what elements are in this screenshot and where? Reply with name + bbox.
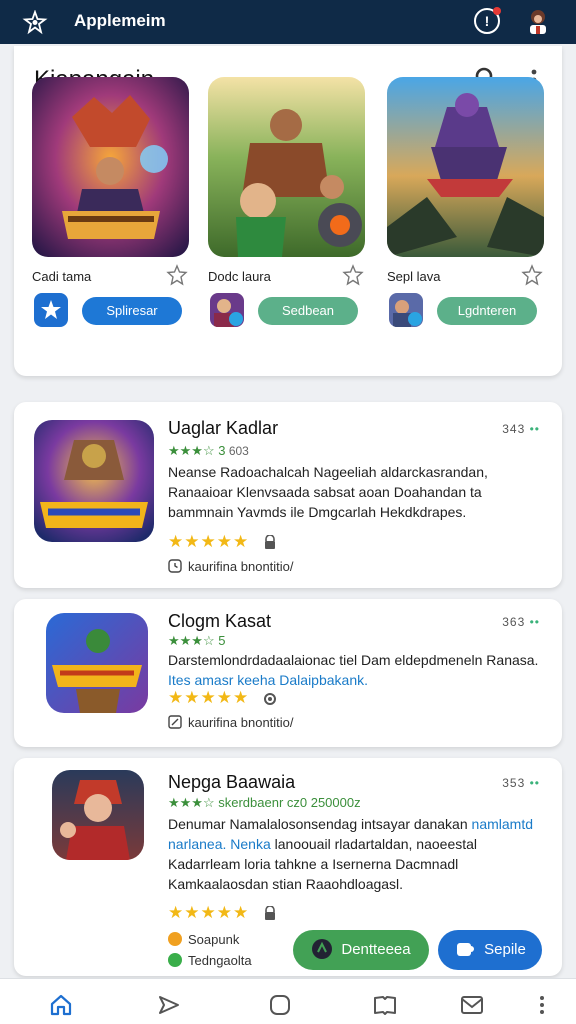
game-title-2: Clogm Kasat [168, 611, 272, 631]
game-rating-1: ★★★★★ [168, 532, 277, 552]
bottom-navigation [0, 978, 576, 1024]
game-count-2: 363 •• [502, 615, 540, 629]
featured-name-2: Dodc laura [208, 269, 271, 284]
avatar[interactable] [526, 8, 550, 34]
featured-game-3[interactable]: Sepl lava Lgdnteren [369, 55, 549, 385]
game-title-1: Uaglar Kadlar [168, 418, 279, 438]
subrating-stars-3: ★★★☆ skerdbaenr cz0 250000z [168, 795, 361, 810]
meta-text-2: kaurifina bnontitio/ [188, 715, 294, 730]
featured-game-2[interactable]: Dodc laura Sedbean [190, 55, 370, 385]
lock-icon [264, 535, 275, 549]
favorite-icon[interactable] [521, 264, 543, 286]
featured-art-2[interactable] [208, 77, 365, 257]
notification-glyph: ! [484, 13, 490, 29]
action-button-1[interactable]: Dentteeea [293, 930, 429, 970]
game-title-3: Nepga Baawaia [168, 772, 296, 792]
action-button-1-label: Dentteeea [341, 941, 411, 958]
lock-icon [263, 693, 276, 705]
description-text-2: Darstemlondrdadaalaionac tiel Dam eldepd… [168, 652, 539, 668]
game-thumbnail-2[interactable] [46, 613, 148, 713]
game-rating-2: ★★★★★ [168, 688, 277, 708]
notification-icon[interactable]: ! [474, 7, 501, 34]
game-thumbnail-3[interactable] [52, 770, 144, 860]
game-card-1[interactable]: Uaglar Kadlar 343 •• ★★★☆ 3 603 Neanse R… [14, 402, 562, 588]
badge-2: Tedngaolta [168, 953, 252, 968]
lock-icon [264, 906, 275, 920]
badge-1: Soapunk [168, 932, 239, 947]
meta-text-1: kaurifina bnontitio/ [188, 559, 294, 574]
featured-button-2[interactable]: Sedbean [258, 297, 358, 325]
game-description-2: Darstemlondrdadaalaionac tiel Dam eldepd… [168, 650, 540, 690]
action-button-2[interactable]: Sepile [438, 930, 542, 970]
game-thumbnail-1[interactable] [34, 420, 154, 542]
featured-art-1[interactable] [32, 77, 189, 257]
featured-game-1[interactable]: Cadi tama Spliresar [14, 55, 194, 385]
featured-art-3[interactable] [387, 77, 544, 257]
clock-icon [168, 559, 182, 573]
rating-stars-2: ★★★★★ [168, 688, 250, 707]
badge-2-icon [168, 953, 182, 967]
featured-button-3[interactable]: Lgdnteren [437, 297, 537, 325]
game-subrating-3: ★★★☆ skerdbaenr cz0 250000z [168, 795, 361, 811]
rating-stars-1: ★★★★★ [168, 532, 250, 551]
edit-icon [168, 715, 182, 729]
badge-1-icon [168, 932, 182, 946]
notification-dot [493, 7, 501, 15]
game-description-3: Denumar Namalalosonsendag intsayar danak… [168, 814, 540, 894]
book-icon[interactable] [373, 993, 397, 1017]
game-subrating-2: ★★★☆ 5 [168, 633, 225, 649]
action-button-2-label: Sepile [484, 941, 526, 958]
more-icon[interactable] [530, 993, 554, 1017]
game-subrating-1: ★★★☆ 3 603 [168, 443, 249, 459]
home-icon[interactable] [49, 993, 73, 1017]
top-app-bar: Applemeim ! [0, 0, 576, 44]
featured-name-1: Cadi tama [32, 269, 92, 284]
game-count-value-1: 343 [502, 422, 526, 436]
favorite-icon[interactable] [166, 264, 188, 286]
app-icon-1[interactable] [34, 293, 68, 327]
game-count-value-2: 363 [502, 615, 526, 629]
description-text-3a: Denumar Namalalosonsendag intsayar danak… [168, 816, 468, 832]
favorite-icon[interactable] [342, 264, 364, 286]
puzzle-icon [457, 943, 475, 956]
game-card-3[interactable]: Nepga Baawaia 353 •• ★★★☆ skerdbaenr cz0… [14, 758, 562, 976]
game-meta-1: kaurifina bnontitio/ [168, 559, 294, 574]
subrating-stars-2: ★★★☆ 5 [168, 633, 226, 648]
featured-button-1[interactable]: Spliresar [82, 297, 182, 325]
app-icon-3[interactable] [389, 293, 423, 327]
app-title: Applemeim [74, 11, 166, 30]
app-logo-icon[interactable] [22, 10, 48, 36]
app-icon-2[interactable] [210, 293, 244, 327]
featured-name-3: Sepl lava [387, 269, 441, 284]
controller-icon [312, 939, 333, 959]
send-icon[interactable] [157, 993, 181, 1017]
game-description-1: Neanse Radoachalcah Nageeliah aldarckasr… [168, 464, 488, 520]
game-count-3: 353 •• [502, 776, 540, 790]
badge-1-label: Soapunk [188, 932, 240, 947]
badge-2-label: Tedngaolta [188, 953, 252, 968]
subrating-stars-1: ★★★☆ 3 [168, 443, 226, 458]
game-card-2[interactable]: Clogm Kasat 363 •• ★★★☆ 5 Darstemlondrda… [14, 599, 562, 747]
game-rating-3: ★★★★★ [168, 903, 277, 923]
subrating-extra-1: 603 [228, 444, 249, 458]
game-count-value-3: 353 [502, 776, 526, 790]
game-meta-2: kaurifina bnontitio/ [168, 715, 294, 730]
square-icon[interactable] [268, 993, 292, 1017]
rating-stars-3: ★★★★★ [168, 903, 250, 922]
game-count-1: 343 •• [502, 422, 540, 436]
mail-icon[interactable] [460, 993, 484, 1017]
description-link-2[interactable]: Ites amasr keeha Dalaipbakank. [168, 672, 368, 688]
